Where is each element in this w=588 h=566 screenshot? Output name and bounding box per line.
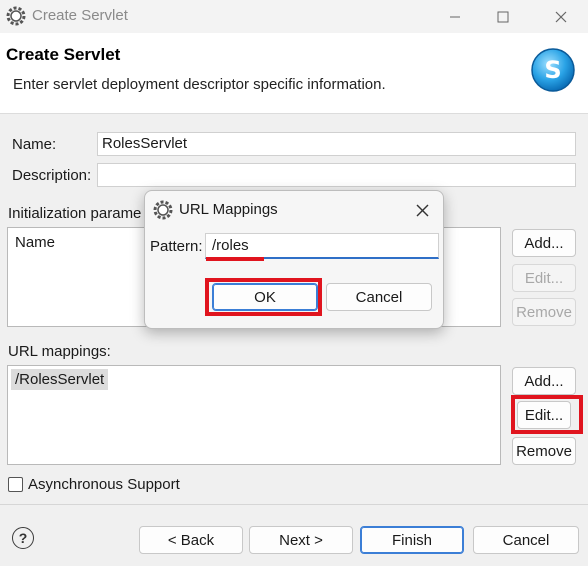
title-bar: Create Servlet — [0, 0, 588, 33]
maximize-icon — [497, 11, 509, 22]
dialog-close-button[interactable] — [411, 199, 433, 221]
name-field[interactable]: RolesServlet — [97, 132, 576, 156]
servlet-s-icon: S — [531, 48, 575, 92]
window-close-button[interactable] — [538, 0, 584, 33]
minimize-button[interactable] — [432, 0, 478, 33]
pattern-input[interactable]: /roles — [205, 233, 439, 259]
close-icon — [555, 11, 567, 22]
page-description: Enter servlet deployment descriptor spec… — [13, 76, 386, 93]
edit-highlight-box — [511, 395, 583, 434]
window-title: Create Servlet — [32, 7, 128, 24]
url-mappings-list[interactable]: /RolesServlet — [7, 365, 501, 465]
description-label: Description: — [12, 167, 92, 184]
eclipse-gear-icon — [6, 6, 26, 26]
init-add-button[interactable]: Add... — [512, 229, 576, 257]
ok-highlight-box — [205, 278, 322, 316]
dialog-title: URL Mappings — [179, 201, 278, 218]
dialog-cancel-button[interactable]: Cancel — [326, 283, 432, 311]
init-params-label: Initialization parame — [8, 205, 142, 222]
url-mapping-item[interactable]: /RolesServlet — [11, 369, 109, 390]
footer-separator — [0, 504, 588, 505]
url-mappings-dialog: URL Mappings Pattern: /roles OK Cancel — [144, 190, 444, 329]
url-remove-button[interactable]: Remove — [512, 437, 576, 465]
minimize-icon — [450, 16, 460, 17]
next-button[interactable]: Next > — [249, 526, 353, 554]
init-params-column-name: Name — [15, 234, 56, 251]
page-title: Create Servlet — [6, 45, 121, 64]
pattern-highlight-underline — [206, 257, 264, 261]
async-checkbox[interactable] — [8, 477, 23, 492]
wizard-header: Create Servlet Enter servlet deployment … — [0, 33, 588, 114]
init-remove-button[interactable]: Remove — [512, 298, 576, 326]
back-button[interactable]: < Back — [139, 526, 243, 554]
close-icon — [416, 204, 428, 216]
url-mappings-label: URL mappings: — [8, 343, 111, 360]
pattern-label: Pattern: — [150, 238, 203, 255]
description-field[interactable] — [97, 163, 576, 187]
finish-button[interactable]: Finish — [360, 526, 464, 554]
name-label: Name: — [12, 136, 57, 153]
help-icon[interactable]: ? — [12, 527, 34, 549]
maximize-button[interactable] — [480, 0, 526, 33]
cancel-button[interactable]: Cancel — [473, 526, 579, 554]
svg-text:S: S — [544, 56, 561, 84]
init-edit-button[interactable]: Edit... — [512, 264, 576, 292]
eclipse-gear-icon — [153, 200, 173, 220]
async-label: Asynchronous Support — [28, 476, 180, 493]
url-add-button[interactable]: Add... — [512, 367, 576, 395]
